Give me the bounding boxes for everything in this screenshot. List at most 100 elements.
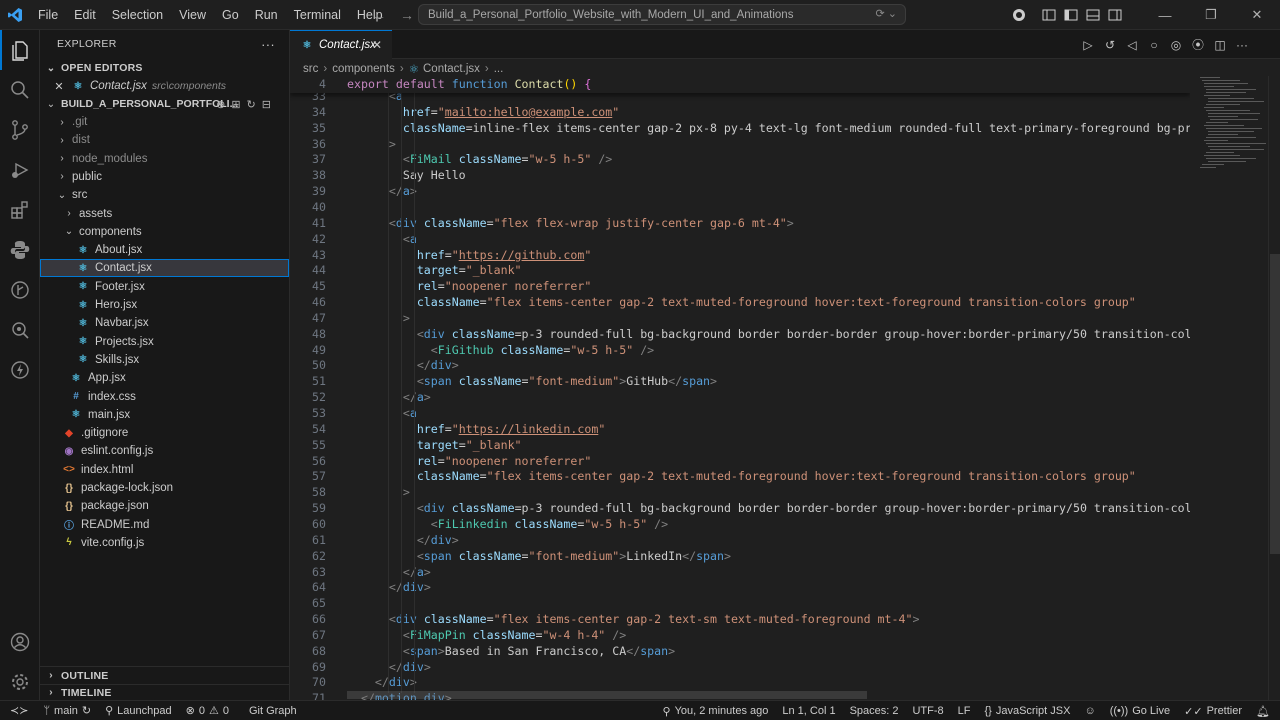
code-line[interactable]: </a>: [347, 184, 417, 198]
open-editor-item[interactable]: ✕ ⚛ Contact.jsx src\components: [40, 77, 289, 95]
previous-change-icon[interactable]: ◁: [1124, 37, 1140, 53]
code-line[interactable]: <span className="font-medium">LinkedIn</…: [347, 549, 731, 563]
breadcrumb-src[interactable]: src: [303, 63, 318, 75]
menu-selection[interactable]: Selection: [104, 0, 171, 30]
code-line[interactable]: <span>Based in San Francisco, CA</span>: [347, 644, 675, 658]
code-line[interactable]: className="flex items-center gap-2 text-…: [347, 295, 1136, 309]
file-item[interactable]: ⚛ Hero.jsx: [40, 296, 289, 314]
toggle-secondary-sidebar-icon[interactable]: [1104, 0, 1126, 30]
horizontal-scrollbar[interactable]: [347, 691, 867, 699]
file-item[interactable]: # index.css: [40, 388, 289, 406]
outline-section[interactable]: › OUTLINE: [40, 666, 289, 684]
python-icon[interactable]: [0, 230, 40, 270]
folder-item[interactable]: › node_modules: [40, 150, 289, 168]
file-item[interactable]: ⚛ Footer.jsx: [40, 278, 289, 296]
project-section[interactable]: ⌄ BUILD_A_PERSONAL_PORTFOLI... ⊕⊞↻⊟: [40, 95, 289, 113]
code-line[interactable]: <FiLinkedin className="w-5 h-5" />: [347, 517, 668, 531]
run-debug-icon[interactable]: [0, 150, 40, 190]
remote-explorer-icon[interactable]: [0, 310, 40, 350]
folder-item[interactable]: ⌄ components: [40, 223, 289, 241]
extensions-icon[interactable]: [0, 190, 40, 230]
code-line[interactable]: </div>: [347, 533, 459, 547]
close-editor-icon[interactable]: ✕: [52, 80, 66, 93]
file-item[interactable]: ⚛ Navbar.jsx: [40, 314, 289, 332]
file-item[interactable]: ϟ vite.config.js: [40, 534, 289, 552]
code-line[interactable]: <FiMail className="w-5 h-5" />: [347, 152, 612, 166]
minimize-icon[interactable]: —: [1142, 0, 1188, 30]
code-line[interactable]: rel="noopener noreferrer": [347, 454, 592, 468]
code-line[interactable]: target="_blank": [347, 438, 522, 452]
branch-indicator[interactable]: ᛘ main ↻: [36, 701, 98, 720]
problems-indicator[interactable]: ⊗ 0 ⚠ 0: [179, 701, 236, 720]
vertical-scrollbar[interactable]: [1268, 76, 1280, 700]
code-line[interactable]: <div className="flex items-center gap-2 …: [347, 612, 920, 626]
file-item[interactable]: {} package.json: [40, 497, 289, 515]
menu-run[interactable]: Run: [247, 0, 286, 30]
file-item[interactable]: ◆ .gitignore: [40, 424, 289, 442]
git-blame-indicator[interactable]: ⚲ You, 2 minutes ago: [656, 701, 776, 720]
account-icon[interactable]: [0, 622, 40, 662]
file-item[interactable]: {} package-lock.json: [40, 479, 289, 497]
indentation[interactable]: Spaces: 2: [843, 701, 906, 720]
file-item[interactable]: ⚛ About.jsx: [40, 241, 289, 259]
code-line[interactable]: target="_blank": [347, 263, 522, 277]
breadcrumb-more[interactable]: ...: [494, 63, 504, 75]
copilot-icon[interactable]: [1008, 0, 1030, 30]
code-line[interactable]: href="https://github.com": [347, 248, 592, 262]
folder-item[interactable]: ⌄ src: [40, 186, 289, 204]
run-icon[interactable]: ▷: [1080, 37, 1096, 53]
tab-contact-jsx[interactable]: ⚛ Contact.jsx ✕: [290, 30, 392, 59]
code-line[interactable]: <FiGithub className="w-5 h-5" />: [347, 343, 654, 357]
forward-arrow-icon[interactable]: →: [400, 7, 414, 23]
close-window-icon[interactable]: ✕: [1234, 0, 1280, 30]
toggle-panel-icon[interactable]: [1082, 0, 1104, 30]
code-line[interactable]: <a: [347, 232, 417, 246]
end-of-line[interactable]: LF: [951, 701, 978, 720]
restore-icon[interactable]: ❐: [1188, 0, 1234, 30]
file-item[interactable]: ⚛ Projects.jsx: [40, 333, 289, 351]
code-line[interactable]: <div className=p-3 rounded-full bg-backg…: [347, 501, 1190, 515]
folder-item[interactable]: › public: [40, 168, 289, 186]
code-line[interactable]: className=inline-flex items-center gap-2…: [347, 121, 1190, 135]
folder-item[interactable]: › .git: [40, 113, 289, 131]
code-line[interactable]: href="https://linkedin.com": [347, 422, 605, 436]
code-editor[interactable]: 4 export default function Contact() { 33…: [290, 76, 1190, 700]
manage-gear-icon[interactable]: [0, 662, 40, 702]
toggle-diff-icon[interactable]: ◎: [1168, 37, 1184, 53]
split-editor-icon[interactable]: ◫: [1212, 37, 1228, 53]
file-item[interactable]: ⓘ README.md: [40, 516, 289, 534]
launchpad-item[interactable]: ⚲ Launchpad: [98, 701, 179, 720]
customize-layout-icon[interactable]: [1038, 0, 1060, 30]
code-line[interactable]: className="flex items-center gap-2 text-…: [347, 469, 1136, 483]
sticky-scroll-header[interactable]: 4 export default function Contact() {: [290, 76, 1190, 93]
code-line[interactable]: <span className="font-medium">GitHub</sp…: [347, 374, 717, 388]
breadcrumb-file[interactable]: Contact.jsx: [423, 63, 480, 75]
open-changes-icon[interactable]: ⦿: [1190, 37, 1206, 53]
explorer-icon[interactable]: [0, 30, 40, 70]
cursor-position[interactable]: Ln 1, Col 1: [775, 701, 842, 720]
toggle-sidebar-icon[interactable]: [1060, 0, 1082, 30]
language-mode[interactable]: {} JavaScript JSX: [978, 701, 1078, 720]
menu-terminal[interactable]: Terminal: [286, 0, 349, 30]
editor-more-icon[interactable]: ···: [1234, 37, 1250, 53]
encoding[interactable]: UTF-8: [905, 701, 950, 720]
file-item[interactable]: <> index.html: [40, 461, 289, 479]
file-item[interactable]: ⚛ Skills.jsx: [40, 351, 289, 369]
timeline-icon[interactable]: ↺: [1102, 37, 1118, 53]
source-control-icon[interactable]: [0, 110, 40, 150]
search-icon[interactable]: [0, 70, 40, 110]
explorer-actions[interactable]: ⊕⊞↻⊟: [216, 98, 277, 111]
go-live-button[interactable]: ((•)) Go Live: [1103, 701, 1177, 720]
code-line[interactable]: <a: [347, 406, 417, 420]
back-arrow-icon[interactable]: ←: [372, 7, 386, 23]
copilot-status[interactable]: ☺: [1077, 701, 1102, 720]
more-actions-icon[interactable]: ···: [261, 37, 275, 52]
file-item[interactable]: ⚛ App.jsx: [40, 369, 289, 387]
remote-indicator[interactable]: ≺≻: [0, 701, 36, 720]
notifications-bell[interactable]: 🔔︎: [1249, 701, 1280, 720]
code-line[interactable]: </div>: [347, 358, 459, 372]
file-item[interactable]: ⚛ main.jsx: [40, 406, 289, 424]
code-line[interactable]: </div>: [347, 675, 417, 689]
code-line[interactable]: Say Hello: [347, 168, 466, 182]
breadcrumb-components[interactable]: components: [332, 63, 395, 75]
